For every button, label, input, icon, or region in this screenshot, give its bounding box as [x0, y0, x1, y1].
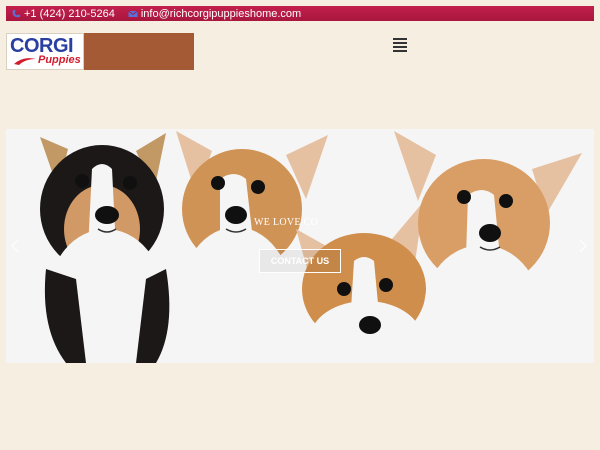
- email-address: info@richcorgipuppieshome.com: [140, 7, 302, 20]
- slider-next-arrow[interactable]: [579, 239, 589, 253]
- phone-link[interactable]: +1 (424) 210-5264: [8, 8, 115, 20]
- chevron-left-icon: [11, 239, 19, 253]
- phone-number: +1 (424) 210-5264: [24, 7, 115, 20]
- phone-icon: [12, 9, 20, 17]
- hero-slider: [6, 129, 594, 363]
- logo-text-puppies: Puppies: [38, 54, 81, 66]
- hamburger-menu-icon[interactable]: [393, 38, 407, 52]
- logo-swoosh-icon: [14, 58, 36, 65]
- hero-tagline: WE LOVE CO: [254, 217, 319, 228]
- envelope-icon: [128, 10, 138, 17]
- email-link[interactable]: info@richcorgipuppieshome.com: [125, 8, 301, 20]
- site-logo[interactable]: CORGI Puppies: [6, 33, 84, 70]
- chevron-right-icon: [579, 239, 587, 253]
- contact-us-button[interactable]: CONTACT US: [259, 249, 341, 273]
- header-banner-block: [84, 33, 194, 70]
- slider-prev-arrow[interactable]: [11, 239, 21, 253]
- hero-image-corgi-puppies: [6, 129, 594, 363]
- contact-bar: +1 (424) 210-5264 info@richcorgipuppiesh…: [6, 6, 594, 21]
